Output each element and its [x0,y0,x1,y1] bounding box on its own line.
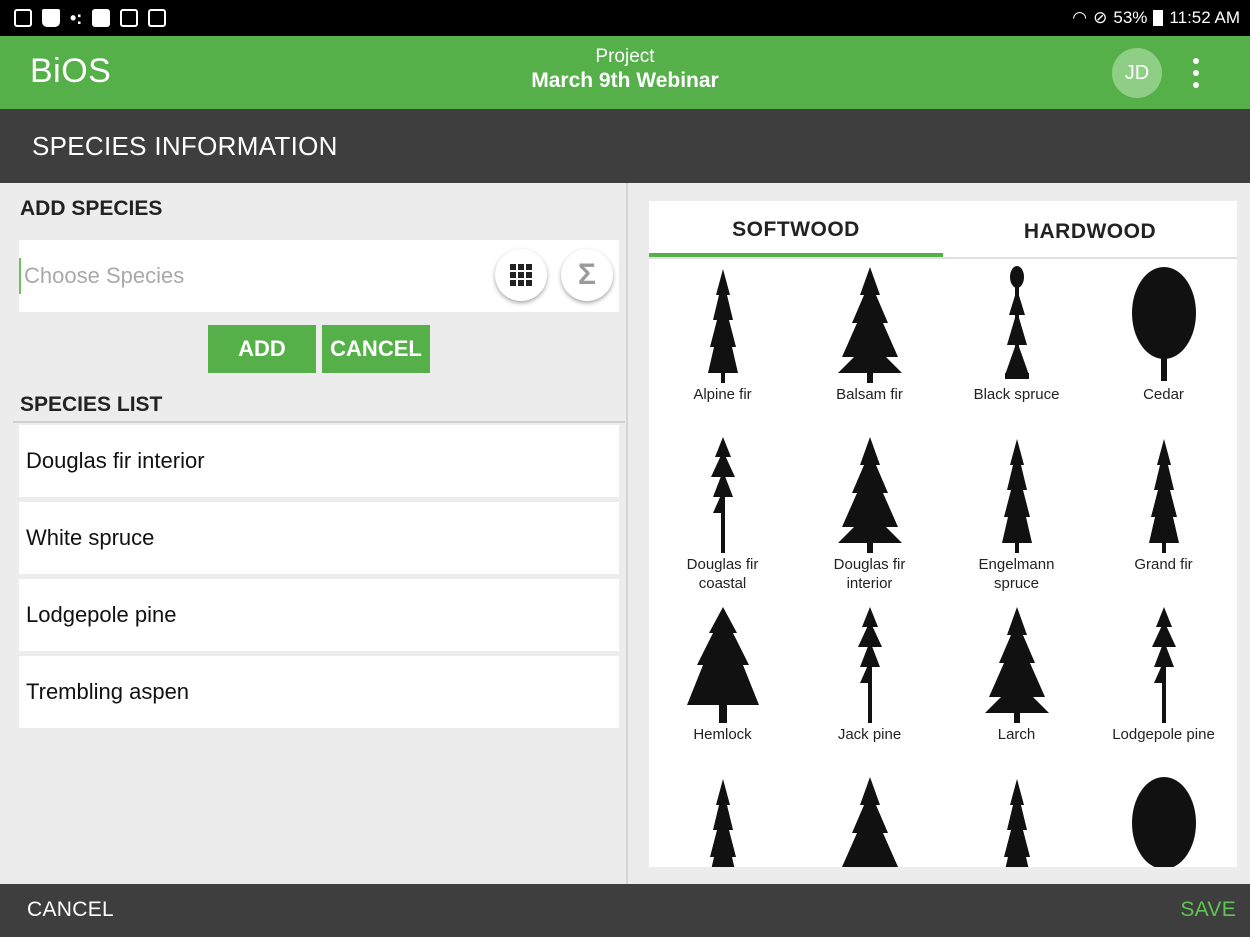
system-status: ◠ ⊘ 53% 11:52 AM [1072,8,1240,28]
tree-label: Hemlock [693,726,752,743]
cancel-add-button[interactable]: CANCEL [322,325,430,373]
sigma-icon: Σ [577,258,596,291]
tree-option[interactable]: Douglas fir coastal [649,431,796,601]
section-header: SPECIES INFORMATION [0,109,1250,183]
wood-type-tabs: SOFTWOOD HARDWOOD [649,201,1237,259]
tree-silhouette-icon [1151,607,1176,723]
wifi-icon: ◠ [1072,8,1088,27]
dots-icon: •: [70,8,83,28]
tree-silhouette-icon [1131,777,1196,867]
tree-silhouette-icon [841,777,898,867]
species-grid-button[interactable] [495,249,547,301]
tree-silhouette-icon [709,779,736,867]
tree-silhouette-icon [1148,439,1179,553]
flipboard-icon [92,9,111,27]
add-species-heading: ADD SPECIES [20,197,163,220]
app-bar: BiOS Project March 9th Webinar JD [0,36,1250,109]
project-label: Project [595,46,655,67]
tree-option[interactable]: Alpine fir [649,261,796,431]
grid-icon [510,264,532,286]
gallery-icon [14,9,32,27]
tree-label: Grand fir [1134,556,1193,573]
image-icon [120,9,139,27]
tree-label: Larch [997,726,1036,743]
save-button[interactable]: SAVE [1180,898,1236,922]
battery-percent: 53% [1113,8,1148,27]
tree-option[interactable]: Balsam fir [796,261,943,431]
tree-silhouette-icon [837,267,902,383]
shopping-bag-icon [42,9,60,27]
sigma-button[interactable]: Σ [561,249,613,301]
tree-silhouette-icon [707,269,738,383]
project-name: March 9th Webinar [531,69,719,92]
tree-option[interactable] [796,771,943,867]
tree-label: Engelmann spruce [978,556,1055,592]
list-item[interactable]: Lodgepole pine [19,579,619,651]
tree-label: Alpine fir [693,386,752,403]
tree-option[interactable]: Engelmann spruce [943,431,1090,601]
project-title: Project March 9th Webinar [0,46,1250,94]
tree-grid: Alpine fir Balsam fir Black spruce Cedar Dou… [649,261,1237,867]
tree-option[interactable]: Douglas fir interior [796,431,943,601]
tree-label: Lodgepole pine [1112,726,1215,743]
tab-softwood[interactable]: SOFTWOOD [649,201,943,257]
divider [13,421,625,423]
choose-species-row: Σ [19,240,619,312]
user-avatar[interactable]: JD [1112,48,1162,98]
tree-label: Balsam fir [836,386,903,403]
bottom-bar: CANCEL SAVE [0,884,1250,937]
tree-option[interactable] [943,771,1090,867]
list-item[interactable]: Douglas fir interior [19,425,619,497]
tree-label: Jack pine [837,726,902,743]
list-item[interactable]: Trembling aspen [19,656,619,728]
add-button[interactable]: ADD [208,325,316,373]
list-item[interactable]: White spruce [19,502,619,574]
tree-silhouette-icon [837,437,902,553]
species-picker: SOFTWOOD HARDWOOD Alpine fir Balsam fir Bl… [649,201,1237,867]
tree-silhouette-icon [710,437,735,553]
app-logo: BiOS [30,52,112,90]
tree-option[interactable]: Black spruce [943,261,1090,431]
clock: 11:52 AM [1169,8,1240,27]
cancel-button[interactable]: CANCEL [27,898,114,922]
tree-silhouette-icon [1003,779,1030,867]
notification-icons: •: [14,8,167,28]
tree-option[interactable]: Cedar [1090,261,1237,431]
tree-label: Douglas fir interior [833,556,906,592]
prescription-icon [148,9,167,27]
tree-label: Douglas fir coastal [686,556,759,592]
overflow-menu-icon[interactable] [1186,58,1206,88]
battery-icon [1153,10,1164,26]
tab-hardwood[interactable]: HARDWOOD [943,201,1237,257]
tree-option[interactable]: Grand fir [1090,431,1237,601]
tree-silhouette-icon [857,607,882,723]
tree-silhouette-icon [1001,439,1032,553]
tree-option[interactable]: Lodgepole pine [1090,601,1237,771]
tree-option[interactable] [649,771,796,867]
tree-silhouette-icon [1004,266,1029,379]
do-not-disturb-icon: ⊘ [1093,8,1108,27]
choose-species-input[interactable] [19,258,479,294]
app-root: •: ◠ ⊘ 53% 11:52 AM BiOS Project March 9… [0,0,1250,937]
add-species-panel: ADD SPECIES Σ ADD CANCEL SPECIES LIST Do… [0,183,628,884]
status-bar: •: ◠ ⊘ 53% 11:52 AM [0,0,1250,36]
tree-label: Black spruce [973,386,1060,403]
tree-option[interactable]: Larch [943,601,1090,771]
tree-silhouette-icon [984,607,1049,723]
tree-silhouette-icon [1131,267,1196,381]
tree-silhouette-icon [686,607,759,723]
tree-option[interactable]: Hemlock [649,601,796,771]
species-list-heading: SPECIES LIST [20,393,163,416]
tree-option[interactable]: Jack pine [796,601,943,771]
tree-label: Cedar [1143,386,1184,403]
tree-option[interactable] [1090,771,1237,867]
species-list: Douglas fir interior White spruce Lodgep… [19,425,619,733]
